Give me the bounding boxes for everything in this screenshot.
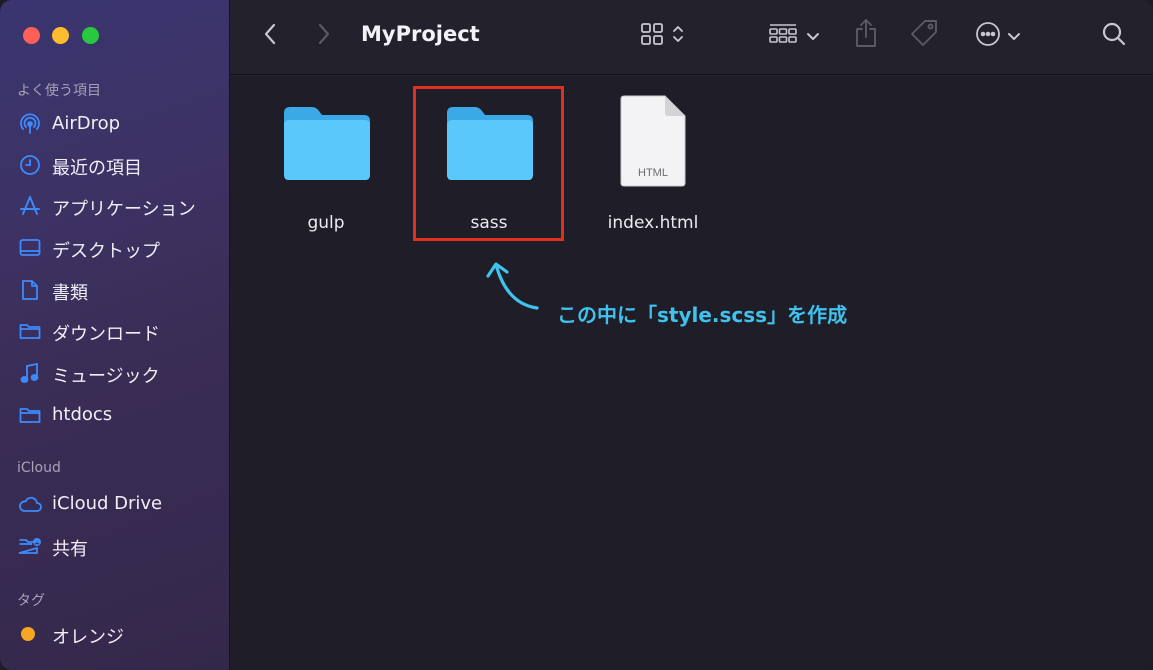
chevron-right-icon	[317, 22, 331, 50]
back-button[interactable]	[258, 22, 282, 50]
sidebar-item-applications[interactable]: アプリケーション	[0, 187, 229, 225]
sidebar-item-label: オレンジ	[52, 627, 124, 648]
sidebar-item-label: 書類	[52, 283, 88, 304]
icloud-section-title: iCloud	[17, 460, 61, 476]
finder-window: よく使う項目 AirDrop 最近の項目 アプリケーション デスクトップ 書類 …	[0, 0, 1153, 670]
sidebar-item-label: デスクトップ	[52, 241, 160, 262]
cloud-icon	[18, 493, 42, 515]
chevron-left-icon	[263, 22, 277, 50]
ellipsis-circle-icon	[975, 21, 1001, 51]
group-grid-icon	[768, 22, 798, 50]
shared-folder-icon	[18, 535, 42, 557]
tag-button[interactable]	[906, 18, 942, 52]
sidebar-item-music[interactable]: ミュージック	[0, 354, 229, 392]
sidebar-item-documents[interactable]: 書類	[0, 271, 229, 309]
applications-icon	[18, 195, 42, 217]
folder-icon	[18, 404, 42, 426]
sidebar-item-label: 最近の項目	[52, 158, 142, 179]
sidebar-item-recents[interactable]: 最近の項目	[0, 146, 229, 184]
folder-icon	[282, 105, 372, 185]
toolbar: MyProject	[230, 0, 1153, 75]
search-icon	[1101, 21, 1127, 51]
action-menu-button[interactable]	[970, 20, 1026, 52]
up-down-chevron-icon	[672, 23, 684, 49]
sidebar-item-label: ミュージック	[52, 366, 160, 387]
music-note-icon	[18, 362, 42, 384]
file-item-index-html[interactable]: HTML index.html	[578, 87, 728, 237]
search-button[interactable]	[1098, 20, 1130, 52]
sidebar-item-label: htdocs	[52, 404, 113, 425]
sidebar-item-label: アプリケーション	[52, 199, 196, 220]
forward-button[interactable]	[312, 22, 336, 50]
file-name-label: gulp	[307, 213, 345, 233]
share-button[interactable]	[850, 18, 882, 52]
tags-section-title: タグ	[17, 593, 45, 609]
maximize-window-button[interactable]	[82, 27, 99, 44]
file-item-gulp[interactable]: gulp	[251, 87, 401, 237]
file-type-badge: HTML	[638, 167, 668, 179]
sidebar-item-desktop[interactable]: デスクトップ	[0, 229, 229, 267]
chevron-down-icon	[1007, 27, 1021, 46]
share-icon	[854, 18, 878, 52]
clock-icon	[18, 154, 42, 176]
folder-icon	[18, 320, 42, 342]
document-icon	[18, 279, 42, 301]
sidebar-item-htdocs[interactable]: htdocs	[0, 396, 229, 434]
sidebar-item-tag-orange[interactable]: オレンジ	[0, 615, 229, 653]
sidebar-item-label: AirDrop	[52, 113, 121, 134]
annotation-text: この中に「style.scss」を作成	[557, 303, 848, 327]
airdrop-icon	[18, 113, 42, 135]
highlight-box	[413, 86, 564, 241]
sidebar-item-label: iCloud Drive	[52, 493, 163, 514]
view-mode-button[interactable]	[634, 20, 690, 52]
tag-icon	[909, 18, 939, 52]
window-title: MyProject	[361, 22, 480, 46]
annotation-arrow-icon	[484, 258, 544, 318]
sidebar-item-downloads[interactable]: ダウンロード	[0, 312, 229, 350]
tag-color-dot-icon	[18, 623, 42, 645]
minimize-window-button[interactable]	[52, 27, 69, 44]
desktop-icon	[18, 237, 42, 259]
sidebar-item-label: ダウンロード	[52, 324, 160, 345]
sidebar-item-airdrop[interactable]: AirDrop	[0, 105, 229, 143]
chevron-down-icon	[806, 27, 820, 46]
sidebar-item-icloud-drive[interactable]: iCloud Drive	[0, 485, 229, 523]
close-window-button[interactable]	[23, 27, 40, 44]
file-name-label: index.html	[607, 213, 699, 233]
sidebar-item-shared[interactable]: 共有	[0, 527, 229, 565]
icon-grid-view-icon	[640, 22, 664, 50]
sidebar-item-label: 共有	[52, 539, 88, 560]
group-by-button[interactable]	[764, 20, 824, 52]
sidebar: よく使う項目 AirDrop 最近の項目 アプリケーション デスクトップ 書類 …	[0, 0, 230, 670]
favorites-section-title: よく使う項目	[17, 83, 101, 99]
